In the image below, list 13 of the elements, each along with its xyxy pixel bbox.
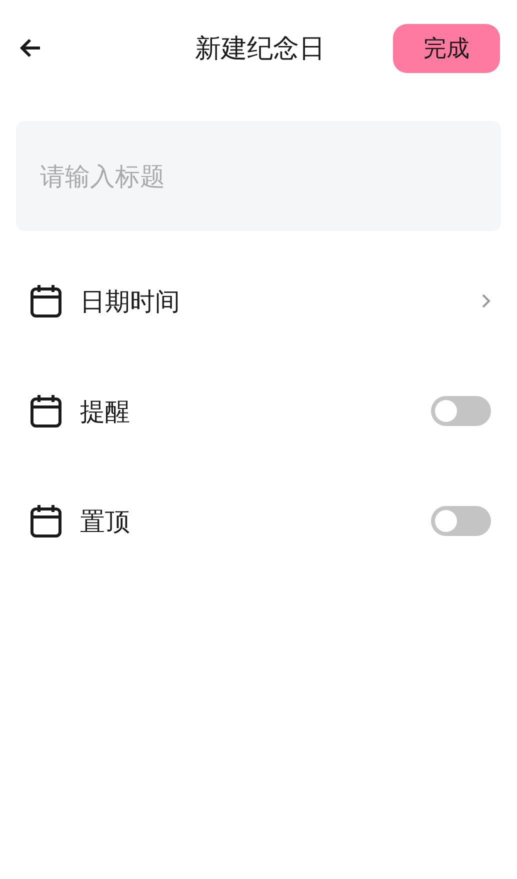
calendar-icon (30, 284, 62, 318)
calendar-icon (30, 504, 62, 538)
calendar-icon (30, 394, 62, 428)
setting-label: 日期时间 (80, 286, 181, 318)
back-button[interactable] (20, 37, 42, 59)
done-button[interactable]: 完成 (393, 24, 500, 72)
setting-label: 置顶 (80, 506, 131, 538)
chevron-right-icon[interactable] (481, 293, 491, 309)
title-input-field[interactable]: 请输入标题 (16, 121, 501, 231)
page-title: 新建纪念日 (194, 32, 326, 66)
toggle-switch[interactable] (431, 506, 491, 536)
setting-label: 提醒 (80, 396, 131, 428)
toggle-switch[interactable] (431, 396, 491, 426)
